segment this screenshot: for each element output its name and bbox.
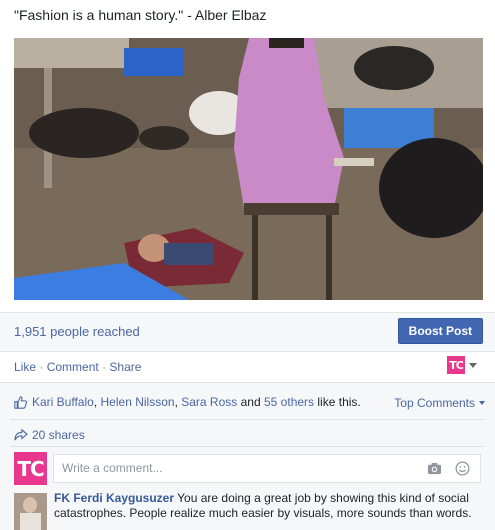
separator: · <box>102 360 107 374</box>
like-suffix: like this. <box>317 395 361 409</box>
comma: , <box>174 395 178 409</box>
comma: , <box>93 395 98 409</box>
camera-icon[interactable] <box>427 462 442 475</box>
page-logo: TC <box>447 356 465 374</box>
page-logo: TC <box>14 452 47 485</box>
top-comments-dropdown[interactable]: Top Comments <box>394 396 485 410</box>
caret-down-icon <box>479 401 485 405</box>
avatar[interactable] <box>14 493 47 530</box>
caret-down-icon <box>469 362 477 368</box>
and-text: and <box>240 395 261 409</box>
like-link[interactable]: Like <box>14 360 36 374</box>
post-actions: Like · Comment · Share <box>14 360 141 374</box>
people-reached[interactable]: 1,951 people reached <box>14 324 140 339</box>
smiley-icon[interactable] <box>455 461 470 476</box>
divider <box>10 446 485 447</box>
share-arrow-icon <box>14 429 28 441</box>
comment-link[interactable]: Comment <box>47 360 99 374</box>
boost-post-button[interactable]: Boost Post <box>397 318 483 344</box>
thumbs-up-icon <box>14 395 27 409</box>
liker-link[interactable]: Kari Buffalo <box>32 395 94 409</box>
post-text: "Fashion is a human story." - Alber Elba… <box>14 7 267 23</box>
likes-summary: Kari Buffalo, Helen Nilsson, Sara Ross a… <box>14 395 361 409</box>
shares-count: 20 shares <box>32 428 85 442</box>
feedback-area: Kari Buffalo, Helen Nilsson, Sara Ross a… <box>0 382 495 530</box>
comment-author[interactable]: FK Ferdi Kaygusuzer <box>54 491 174 505</box>
stats-bar: 1,951 people reached Boost Post <box>0 312 495 352</box>
shares-link[interactable]: 20 shares <box>14 428 85 442</box>
comment-body: FK Ferdi Kaygusuzer You are doing a grea… <box>54 491 484 521</box>
comment-input[interactable]: Write a comment... <box>53 454 481 483</box>
others-link[interactable]: 55 others <box>264 395 314 409</box>
share-link[interactable]: Share <box>109 360 141 374</box>
divider <box>10 419 485 420</box>
top-comments-label: Top Comments <box>394 396 475 410</box>
liker-link[interactable]: Helen Nilsson <box>101 395 175 409</box>
page-switcher[interactable]: TC <box>447 356 477 374</box>
post-photo[interactable] <box>14 38 483 300</box>
compose-avatar: TC <box>14 452 47 485</box>
liker-link[interactable]: Sara Ross <box>181 395 237 409</box>
separator: · <box>39 360 44 374</box>
comment-placeholder: Write a comment... <box>62 461 163 475</box>
